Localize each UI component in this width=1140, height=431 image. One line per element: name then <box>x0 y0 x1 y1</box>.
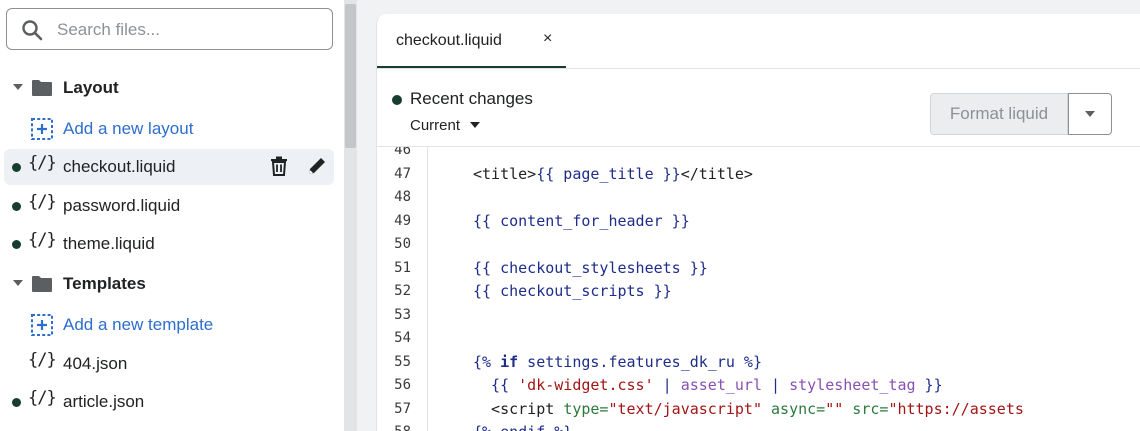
add-file-icon <box>31 118 53 140</box>
code-line[interactable]: <script type="text/javascript" async="" … <box>473 400 1024 418</box>
status-dot <box>392 95 402 105</box>
line-number: 55 <box>394 353 411 370</box>
recent-changes-label: Recent changes <box>410 89 533 108</box>
line-number-gutter: 46 47 48 49 50 51 52 53 54 55 56 57 58 <box>377 147 428 431</box>
line-number: 57 <box>394 400 411 417</box>
modified-dot <box>12 398 21 407</box>
tab-title: checkout.liquid <box>396 32 502 49</box>
chevron-down-icon[interactable] <box>470 122 480 128</box>
liquid-file-icon: {/} <box>28 192 57 212</box>
line-number: 52 <box>394 283 411 299</box>
tab-checkout-liquid[interactable]: checkout.liquid × <box>377 14 566 68</box>
trash-icon[interactable] <box>268 155 290 177</box>
chevron-down-icon[interactable] <box>13 84 23 90</box>
tab-bar: checkout.liquid × <box>377 14 1140 69</box>
file-label: article.json <box>63 392 145 411</box>
code-line[interactable]: {% if settings.features_dk_ru %} <box>473 353 762 371</box>
code-line[interactable]: {{ checkout_stylesheets }} <box>473 259 708 277</box>
add-template-label: Add a new template <box>63 315 214 334</box>
json-file-icon: {/} <box>28 388 57 408</box>
modified-dot <box>12 240 21 249</box>
folder-templates[interactable]: Templates <box>4 266 334 302</box>
add-file-icon <box>31 314 53 336</box>
code-line[interactable]: {{ content_for_header }} <box>473 212 690 230</box>
code-line[interactable]: {{ checkout_scripts }} <box>473 282 672 300</box>
file-label: password.liquid <box>63 196 181 215</box>
line-number: 50 <box>394 236 411 252</box>
folder-layout[interactable]: Layout <box>4 70 334 106</box>
line-number: 56 <box>394 377 411 393</box>
format-options-button[interactable] <box>1068 93 1112 135</box>
chevron-down-icon[interactable] <box>13 280 23 286</box>
version-selector[interactable]: Current <box>410 117 460 134</box>
format-liquid-button[interactable]: Format liquid <box>930 93 1068 135</box>
line-number: 49 <box>394 212 411 229</box>
file-item-password-liquid[interactable]: {/} password.liquid <box>4 188 334 224</box>
pencil-icon[interactable] <box>306 155 328 177</box>
sidebar-scrollbar-thumb[interactable] <box>345 4 356 148</box>
code-line[interactable]: {{ 'dk-widget.css' | asset_url | stylesh… <box>473 376 943 394</box>
folder-label: Templates <box>63 274 146 293</box>
line-number: 48 <box>394 189 411 205</box>
code-area[interactable]: 46 47 48 49 50 51 52 53 54 55 56 57 58 <title>{{ pag… <box>377 147 1140 431</box>
line-number: 46 <box>394 147 411 158</box>
json-file-icon: {/} <box>28 350 57 370</box>
file-item-checkout-liquid[interactable]: {/} checkout.liquid <box>4 149 334 185</box>
chevron-down-icon <box>1085 111 1095 117</box>
add-new-layout-link[interactable]: Add a new layout <box>4 111 334 147</box>
search-box[interactable] <box>6 8 333 50</box>
line-number: 47 <box>394 165 411 182</box>
file-sidebar: Layout Add a new layout {/} checkout.liq… <box>0 0 344 431</box>
liquid-file-icon: {/} <box>28 153 57 173</box>
line-number: 51 <box>394 259 411 276</box>
folder-label: Layout <box>63 78 119 97</box>
add-new-template-link[interactable]: Add a new template <box>4 307 334 343</box>
line-number: 58 <box>377 424 411 431</box>
file-item-theme-liquid[interactable]: {/} theme.liquid <box>4 226 334 262</box>
liquid-file-icon: {/} <box>28 230 57 250</box>
folder-icon <box>32 80 52 96</box>
line-number: 53 <box>394 306 411 323</box>
file-label: checkout.liquid <box>63 157 176 176</box>
file-label: theme.liquid <box>63 234 155 253</box>
file-item-404-json[interactable]: {/} 404.json <box>4 346 334 382</box>
folder-icon <box>32 276 52 292</box>
file-item-article-json[interactable]: {/} article.json <box>4 384 334 420</box>
line-number: 54 <box>394 330 411 346</box>
editor-toolbar: Recent changes Current Format liquid <box>377 69 1140 147</box>
search-icon <box>22 20 43 41</box>
code-editor-panel: checkout.liquid × Recent changes Current… <box>376 14 1140 431</box>
close-icon[interactable]: × <box>543 30 552 48</box>
add-layout-label: Add a new layout <box>63 119 194 138</box>
search-input[interactable] <box>55 15 319 45</box>
modified-dot <box>12 163 21 172</box>
code-line[interactable]: {% endif %} <box>473 423 572 431</box>
file-label: 404.json <box>63 354 128 373</box>
modified-dot <box>12 202 21 211</box>
code-line[interactable]: <title>{{ page_title }}</title> <box>473 165 753 183</box>
